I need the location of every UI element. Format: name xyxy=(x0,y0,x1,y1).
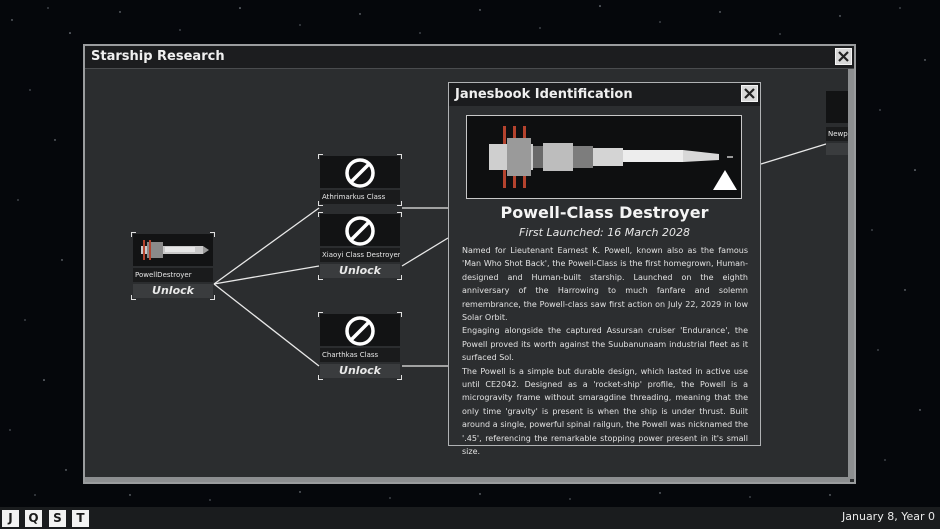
game-date: January 8, Year 0 xyxy=(842,510,935,523)
powell-ship-image xyxy=(489,126,737,190)
node-name: Newpo xyxy=(826,127,848,141)
node-name: PowellDestroyer xyxy=(133,268,213,282)
taskbar-button-j[interactable]: J xyxy=(2,510,19,527)
ship-thumbnail xyxy=(318,154,402,188)
tech-node-xiaoyi-class-destroyer[interactable]: Xiaoyi Class Destroyer Unlock xyxy=(318,212,402,280)
node-name: Athrimarkus Class xyxy=(320,190,400,204)
taskbar-button-q[interactable]: Q xyxy=(25,510,42,527)
node-name: Xiaoyi Class Destroyer xyxy=(320,248,400,262)
taskbar-button-s[interactable]: S xyxy=(49,510,66,527)
tech-node-newport-partial[interactable]: Newpo xyxy=(826,91,848,157)
first-launched-date: First Launched: 16 March 2028 xyxy=(519,226,690,239)
locked-icon xyxy=(345,158,375,188)
locked-icon xyxy=(345,316,375,346)
popup-title: Janesbook Identification xyxy=(455,87,633,102)
unlock-button[interactable]: Unlock xyxy=(320,264,400,278)
popup-title-bar[interactable]: Janesbook Identification xyxy=(449,83,760,106)
ship-thumbnail xyxy=(318,312,402,346)
ship-class-name: Powell-Class Destroyer xyxy=(500,203,709,222)
description-paragraph: Engaging alongside the captured Assursan… xyxy=(462,326,748,363)
tech-node-athrimarkus-class[interactable]: Athrimarkus Class xyxy=(318,154,402,206)
ship-description: Named for Lieutenant Earnest K. Powell, … xyxy=(462,244,748,459)
unlock-button[interactable]: Unlock xyxy=(133,284,213,298)
powell-ship-icon xyxy=(141,240,209,260)
ship-thumbnail xyxy=(826,91,848,123)
ship-thumbnail xyxy=(131,232,215,266)
janesbook-identification-popup: Janesbook Identification Powell-Class De… xyxy=(448,82,761,456)
tech-node-powell-destroyer[interactable]: PowellDestroyer Unlock xyxy=(131,232,215,300)
unlock-button[interactable]: Unlock xyxy=(320,364,400,378)
ship-thumbnail xyxy=(318,212,402,246)
node-name: Charthkas Class xyxy=(320,348,400,362)
bottom-taskbar: J Q S T January 8, Year 0 xyxy=(0,507,940,529)
triangle-icon xyxy=(713,170,737,190)
close-icon xyxy=(744,88,755,99)
description-paragraph: The Powell is a simple but durable desig… xyxy=(462,366,748,457)
popup-close-button[interactable] xyxy=(741,85,758,102)
locked-icon xyxy=(345,216,375,246)
taskbar-button-t[interactable]: T xyxy=(72,510,89,527)
ship-image-frame xyxy=(466,115,742,199)
description-paragraph: Named for Lieutenant Earnest K. Powell, … xyxy=(462,246,748,323)
unlock-button[interactable] xyxy=(826,143,848,155)
tech-node-charthkas-class[interactable]: Charthkas Class Unlock xyxy=(318,312,402,380)
